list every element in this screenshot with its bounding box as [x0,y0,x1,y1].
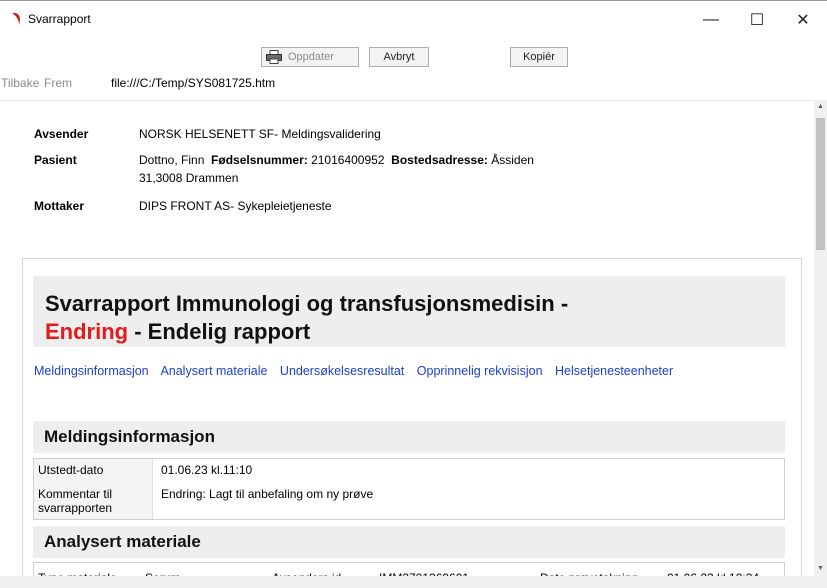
issued-value: 01.06.23 kl.11:10 [161,463,253,477]
update-button[interactable]: Oppdater [261,47,359,67]
link-undersokelsesresultat[interactable]: Undersøkelsesresultat [280,364,404,378]
vertical-scrollbar[interactable]: ▲ ▼ [814,100,827,576]
window-titlebar: Svarrapport — ☐ ✕ [0,0,827,38]
maximize-button[interactable]: ☐ [734,1,780,39]
patient-value: Dottno, Finn Fødselsnummer: 21016400952 … [139,153,534,167]
change-status: Endring [45,319,129,344]
section-links: Meldingsinformasjon Analysert materiale … [34,364,814,378]
issued-label: Utstedt-dato [38,463,104,477]
printer-icon [266,50,282,64]
copy-button[interactable]: Kopiér [510,47,568,67]
report-title-line2: Endring - Endelig rapport [45,318,785,346]
window-title: Svarrapport [28,12,91,26]
scroll-up-arrow-icon[interactable]: ▲ [817,103,824,110]
message-info-table: Utstedt-dato 01.06.23 kl.11:10 Kommentar… [33,458,785,520]
final-report-label: - Endelig rapport [128,319,311,344]
address-line2: 31,3008 Drammen [139,171,239,185]
address-value: Åssiden [491,153,534,167]
vertical-scroll-thumb[interactable] [816,118,825,250]
report-document: Svarrapport Immunologi og transfusjonsme… [22,258,802,588]
scrollbar-corner [814,576,827,588]
receiver-label: Mottaker [34,199,85,213]
document-viewport: Avsender NORSK HELSENETT SF- Meldingsval… [0,100,814,588]
link-helsetjenesteenheter[interactable]: Helsetjenesteenheter [555,364,673,378]
sender-label: Avsender [34,127,89,141]
link-analysert-materiale[interactable]: Analysert materiale [160,364,267,378]
comment-value: Endring: Lagt til anbefaling om ny prøve [161,487,374,501]
patient-name: Dottno, Finn [139,153,205,167]
address-label: Bostedsadresse: [391,153,488,167]
abort-button[interactable]: Avbryt [369,47,429,67]
section-meldingsinformasjon-heading: Meldingsinformasjon [33,421,785,453]
navigation-bar: Tilbake Frem file:///C:/Temp/SYS081725.h… [0,72,827,94]
url-field[interactable]: file:///C:/Temp/SYS081725.htm [111,76,275,90]
patient-label: Pasient [34,153,77,167]
scroll-down-arrow-icon[interactable]: ▼ [817,565,824,572]
ssn-value: 21016400952 [311,153,385,167]
minimize-button[interactable]: — [688,1,734,39]
back-link[interactable]: Tilbake [1,76,39,90]
section-analysert-materiale-heading: Analysert materiale [33,526,785,558]
close-button[interactable]: ✕ [780,1,826,39]
receiver-value: DIPS FRONT AS- Sykepleietjeneste [139,199,332,213]
horizontal-scrollbar[interactable] [0,576,814,588]
sender-value: NORSK HELSENETT SF- Meldingsvalidering [139,127,381,141]
report-title-line1: Svarrapport Immunologi og transfusjonsme… [45,291,569,316]
link-meldingsinformasjon[interactable]: Meldingsinformasjon [34,364,149,378]
app-logo-icon [12,12,21,25]
toolbar: Oppdater Avbryt Kopiér [0,38,827,72]
report-title: Svarrapport Immunologi og transfusjonsme… [33,276,785,347]
link-opprinnelig-rekvisisjon[interactable]: Opprinnelig rekvisisjon [417,364,543,378]
update-button-label: Oppdater [288,51,334,63]
comment-label-line2: svarrapporten [38,501,113,515]
comment-label-line1: Kommentar til [38,487,113,501]
ssn-label: Fødselsnummer: [211,153,308,167]
forward-link[interactable]: Frem [44,76,72,90]
